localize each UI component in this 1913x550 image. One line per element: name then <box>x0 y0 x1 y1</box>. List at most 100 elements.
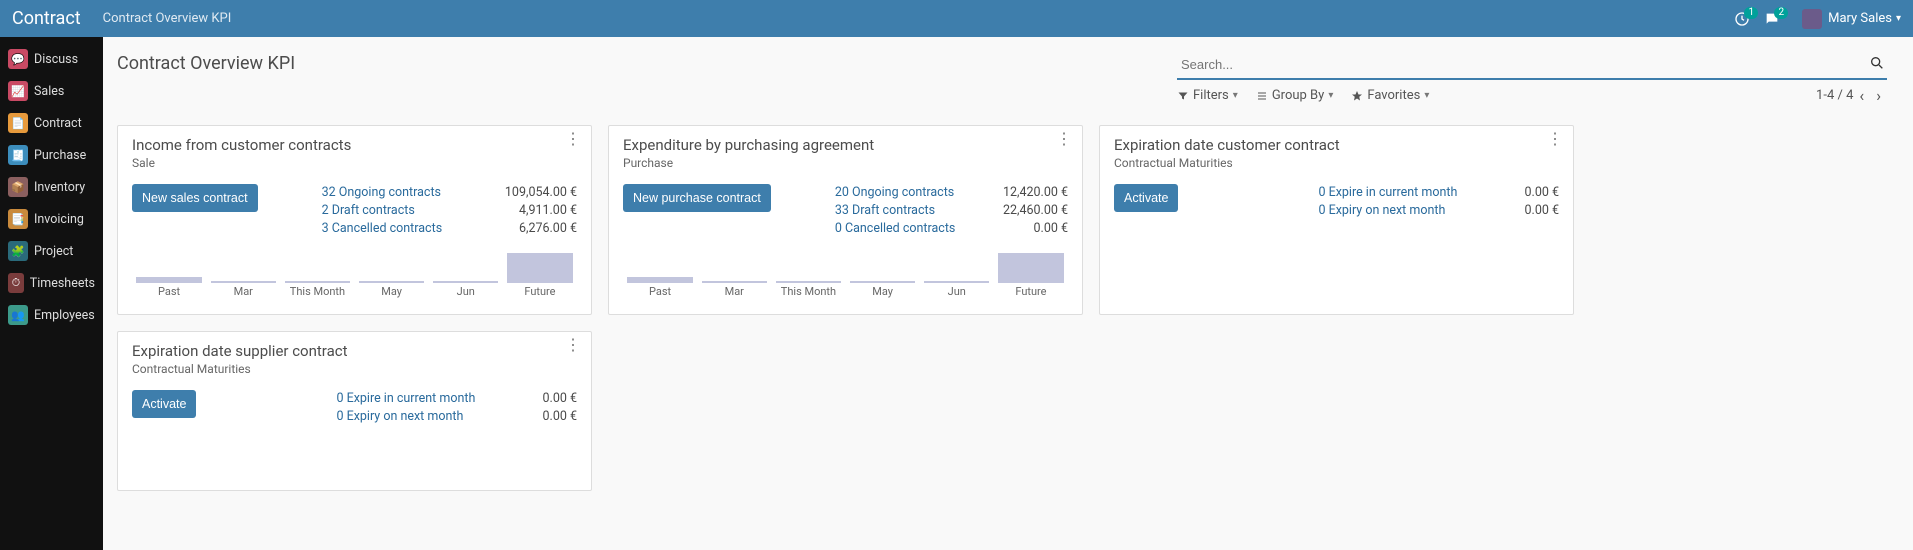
groupby-label: Group By <box>1272 88 1325 103</box>
card-title: Expiration date supplier contract <box>132 342 577 360</box>
card-subtitle: Purchase <box>623 156 1068 170</box>
sidebar-item-label: Discuss <box>34 52 78 67</box>
sidebar-item-timesheets[interactable]: ⏱Timesheets <box>0 267 103 299</box>
stat-amount: 4,911.00 € <box>519 202 577 220</box>
chart-bar <box>850 281 915 283</box>
new-purchase-contract-button[interactable]: New purchase contract <box>623 184 771 212</box>
card-menu-icon[interactable]: ⋮ <box>565 134 581 144</box>
stat-link[interactable]: 3 Cancelled contracts <box>322 220 443 238</box>
sidebar-item-sales[interactable]: 📈Sales <box>0 75 103 107</box>
stat-link[interactable]: 32 Ongoing contracts <box>322 184 441 202</box>
stat-link[interactable]: 0 Expire in current month <box>1318 184 1457 202</box>
stat-link[interactable]: 2 Draft contracts <box>322 202 415 220</box>
card-expiration-supplier: ⋮ Expiration date supplier contract Cont… <box>117 331 592 491</box>
sidebar-item-label: Project <box>34 244 73 259</box>
messages-badge: 2 <box>1774 7 1788 19</box>
chart-col: May <box>846 281 920 298</box>
chart-col: Mar <box>697 281 771 298</box>
project-icon: 🧩 <box>8 241 28 261</box>
chart-label: Past <box>649 285 671 298</box>
stat-link[interactable]: 0 Expire in current month <box>336 390 475 408</box>
stat-amount: 6,276.00 € <box>519 220 577 238</box>
card-menu-icon[interactable]: ⋮ <box>1056 134 1072 144</box>
filters-button[interactable]: Filters▾ <box>1177 88 1238 103</box>
chart-label: Future <box>1015 285 1046 298</box>
sidebar-item-label: Purchase <box>34 148 86 163</box>
user-menu[interactable]: Mary Sales ▾ <box>1802 9 1901 29</box>
chart-label: Past <box>158 285 180 298</box>
search-input[interactable] <box>1177 51 1887 80</box>
activity-badge: 1 <box>1744 7 1758 19</box>
breadcrumb[interactable]: Contract Overview KPI <box>103 11 232 26</box>
stat-amount: 109,054.00 € <box>505 184 577 202</box>
messages-icon[interactable]: 2 <box>1764 11 1780 27</box>
activity-icon[interactable]: 1 <box>1734 11 1750 27</box>
avatar <box>1802 9 1822 29</box>
chart-label: May <box>872 285 893 298</box>
employees-icon: 👥 <box>8 305 28 325</box>
chart-bar <box>776 281 841 283</box>
stat-link[interactable]: 0 Expiry on next month <box>336 408 463 426</box>
stat-row: 33 Draft contracts22,460.00 € <box>835 202 1068 220</box>
activate-button[interactable]: Activate <box>1114 184 1178 212</box>
card-menu-icon[interactable]: ⋮ <box>1547 134 1563 144</box>
card-subtitle: Sale <box>132 156 577 170</box>
chart-label: Future <box>524 285 555 298</box>
page-title: Contract Overview KPI <box>117 51 295 74</box>
sidebar-item-contract[interactable]: 📄 Contract <box>0 107 103 139</box>
card-subtitle: Contractual Maturities <box>132 362 577 376</box>
sidebar-item-inventory[interactable]: 📦Inventory <box>0 171 103 203</box>
stat-link[interactable]: 33 Draft contracts <box>835 202 935 220</box>
pager-prev[interactable]: ‹ <box>1853 86 1870 105</box>
stat-link[interactable]: 20 Ongoing contracts <box>835 184 954 202</box>
pager-next[interactable]: › <box>1870 86 1887 105</box>
chart-label: Mar <box>234 285 253 298</box>
card-subtitle: Contractual Maturities <box>1114 156 1559 170</box>
sales-icon: 📈 <box>8 81 28 101</box>
card-title: Income from customer contracts <box>132 136 577 154</box>
chart-col: This Month <box>280 281 354 298</box>
chart-label: May <box>381 285 402 298</box>
discuss-icon: 💬 <box>8 49 28 69</box>
chart-col: Past <box>132 277 206 298</box>
stat-row: 0 Expiry on next month 0.00 € <box>1318 202 1559 220</box>
sidebar-item-project[interactable]: 🧩 Project <box>0 235 103 267</box>
chart-bar <box>998 253 1063 283</box>
app-brand[interactable]: Contract <box>12 8 103 29</box>
bar-chart: Past Mar This Month May Jun Future <box>623 248 1068 298</box>
stat-link[interactable]: 0 Cancelled contracts <box>835 220 956 238</box>
stat-link[interactable]: 0 Expiry on next month <box>1318 202 1445 220</box>
chart-col: This Month <box>771 281 845 298</box>
card-menu-icon[interactable]: ⋮ <box>565 340 581 350</box>
stat-amount: 0.00 € <box>1525 184 1560 202</box>
sidebar-item-employees[interactable]: 👥 Employees <box>0 299 103 331</box>
topbar: Contract Contract Overview KPI 1 2 Mary … <box>0 0 1913 37</box>
chart-bar <box>702 281 767 283</box>
sidebar-item-purchase[interactable]: 🧾Purchase <box>0 139 103 171</box>
card-title: Expenditure by purchasing agreement <box>623 136 1068 154</box>
chart-label: Mar <box>725 285 744 298</box>
sidebar-item-discuss[interactable]: 💬 Discuss <box>0 43 103 75</box>
search-icon[interactable] <box>1869 55 1885 71</box>
chart-bar <box>924 281 989 283</box>
card-title: Expiration date customer contract <box>1114 136 1559 154</box>
favorites-button[interactable]: Favorites▾ <box>1351 88 1429 103</box>
sidebar-item-invoicing[interactable]: 📑Invoicing <box>0 203 103 235</box>
main: Contract Overview KPI Filters▾ <box>103 37 1913 550</box>
chart-col: Mar <box>206 281 280 298</box>
groupby-button[interactable]: Group By▾ <box>1256 88 1334 103</box>
chart-col: Jun <box>429 281 503 298</box>
chart-bar <box>211 281 276 283</box>
card-expiration-customer: ⋮ Expiration date customer contract Cont… <box>1099 125 1574 315</box>
chart-col: Jun <box>920 281 994 298</box>
stat-row: 2 Draft contracts 4,911.00 € <box>322 202 577 220</box>
sidebar: 💬 Discuss 📈Sales 📄 Contract 🧾Purchase 📦Inv… <box>0 37 103 550</box>
contract-icon: 📄 <box>8 113 28 133</box>
activate-button[interactable]: Activate <box>132 390 196 418</box>
sidebar-item-label: Contract <box>34 116 82 131</box>
new-sales-contract-button[interactable]: New sales contract <box>132 184 258 212</box>
sidebar-item-label: Employees <box>34 308 95 323</box>
stat-amount: 0.00 € <box>1525 202 1560 220</box>
filters-label: Filters <box>1193 88 1229 103</box>
stat-amount: 0.00 € <box>1034 220 1069 238</box>
